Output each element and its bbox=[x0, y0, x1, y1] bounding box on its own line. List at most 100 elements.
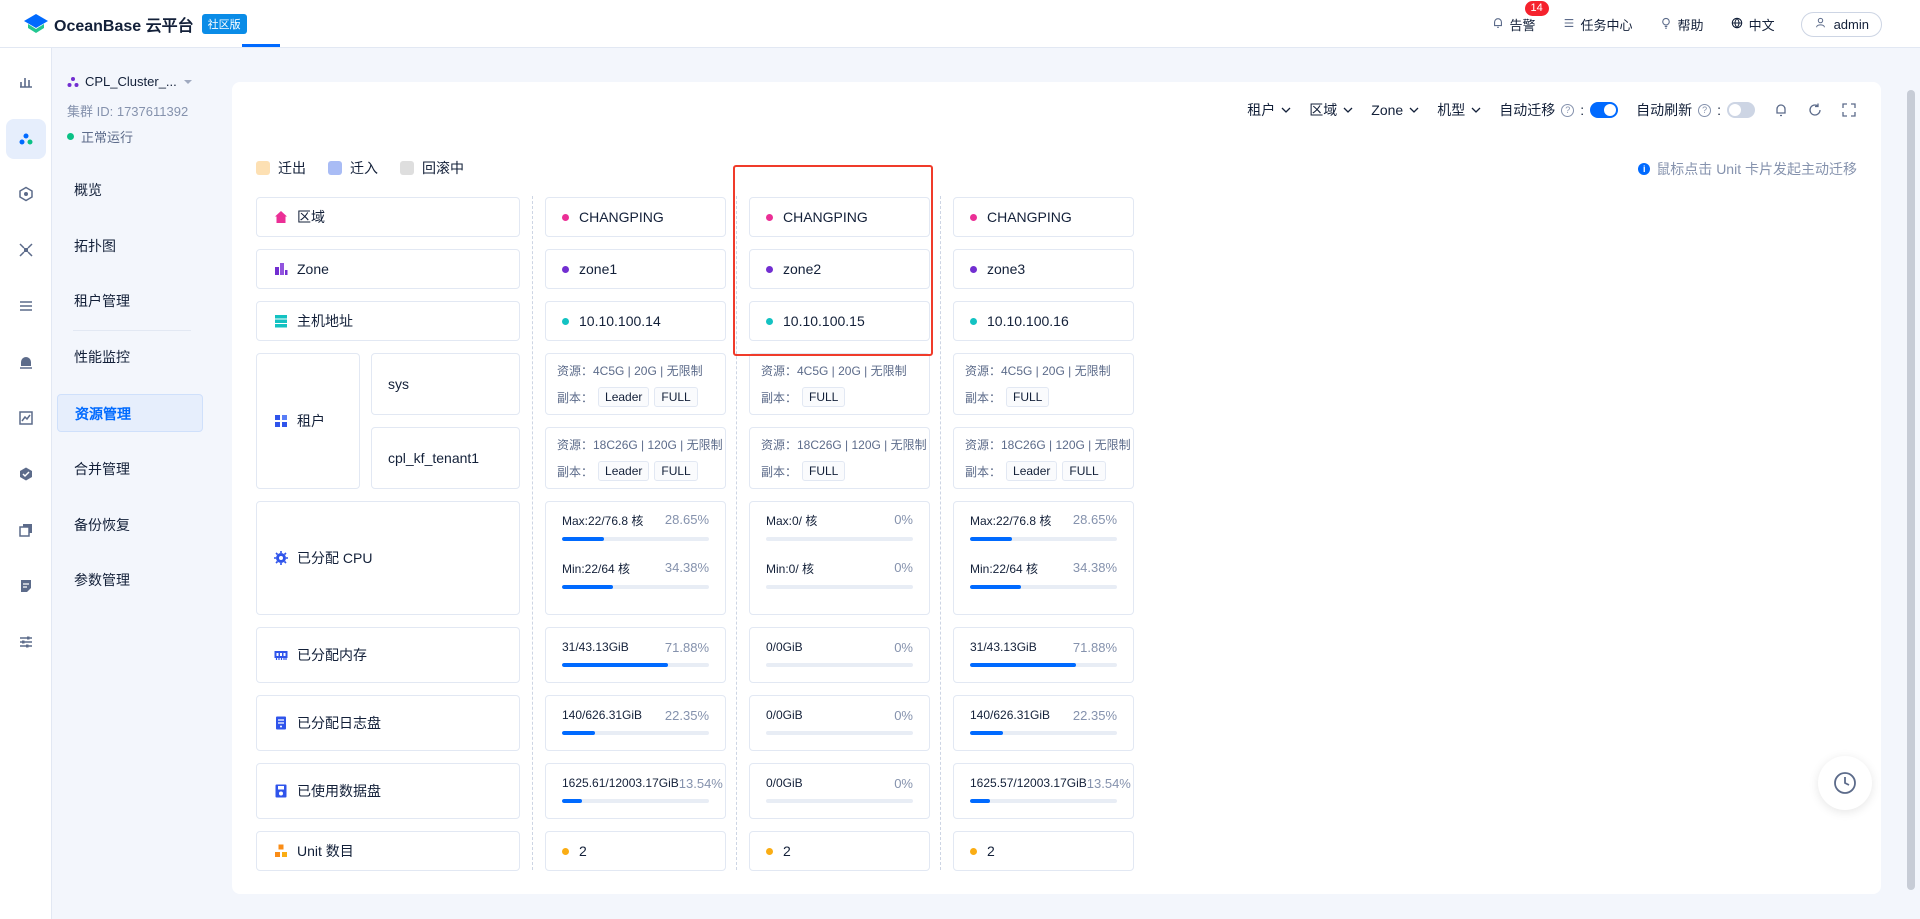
bell-icon[interactable] bbox=[1773, 102, 1789, 118]
units-dot bbox=[970, 847, 977, 855]
question-icon[interactable]: ? bbox=[1698, 103, 1712, 117]
refresh-icon[interactable] bbox=[1807, 102, 1823, 118]
units-cell[interactable]: 2 bbox=[545, 831, 726, 871]
nav-item-backup-restore[interactable]: 备份恢复 bbox=[57, 506, 203, 544]
mem-bar bbox=[970, 663, 1117, 667]
data-metric: 0/0GiB 0% bbox=[766, 776, 913, 803]
cpu-card[interactable]: Max:0/ 核 0% Min:0/ 核 0% bbox=[749, 501, 930, 615]
mem-row: 31/43.13GiB 71.88% bbox=[970, 640, 1117, 655]
rail-settings-icon[interactable] bbox=[6, 622, 46, 662]
cpu_min-row: Min:0/ 核 0% bbox=[766, 560, 913, 577]
question-icon[interactable]: ? bbox=[1561, 103, 1575, 117]
nav-item-overview[interactable]: 概览 bbox=[57, 171, 203, 209]
replica-tag: FULL bbox=[654, 387, 698, 407]
nav-item-topology[interactable]: 拓扑图 bbox=[57, 227, 203, 265]
tenant-name-cpl: cpl_kf_tenant1 bbox=[371, 427, 520, 489]
rail-monitor-icon[interactable] bbox=[6, 398, 46, 438]
language-label: 中文 bbox=[1748, 17, 1775, 33]
row-label-region-text: 区域 bbox=[297, 209, 325, 225]
data-card[interactable]: 1625.57/12003.17GiB 13.54% bbox=[953, 763, 1134, 819]
zone-filter[interactable]: Zone bbox=[1371, 102, 1419, 118]
brand-logo[interactable]: OceanBase 云平台 社区版 bbox=[22, 12, 247, 36]
region-cell[interactable]: CHANGPING bbox=[545, 197, 726, 237]
row-label-host-text: 主机地址 bbox=[297, 313, 353, 329]
rail-list-icon[interactable] bbox=[6, 286, 46, 326]
zone-dot bbox=[970, 265, 977, 273]
cpu_max-bar bbox=[970, 537, 1117, 541]
cpu_max-row: Max:22/76.8 核 28.65% bbox=[970, 512, 1117, 529]
auto-migrate-toggle[interactable] bbox=[1590, 102, 1619, 118]
history-button[interactable] bbox=[1818, 756, 1872, 810]
alarm-label: 告警 bbox=[1509, 17, 1536, 33]
nav-item-performance-monitor[interactable]: 性能监控 bbox=[57, 338, 203, 376]
units-cell[interactable]: 2 bbox=[749, 831, 930, 871]
mem-card[interactable]: 31/43.13GiB 71.88% bbox=[545, 627, 726, 683]
rail-alert-icon[interactable] bbox=[6, 342, 46, 382]
units-value: 2 bbox=[579, 843, 587, 859]
auto-refresh-toggle[interactable] bbox=[1727, 102, 1755, 118]
unit-card[interactable]: 资源：4C5G | 20G | 无限制 副本： FULL bbox=[953, 353, 1134, 415]
cpu_max-bar bbox=[766, 537, 913, 541]
edition-badge: 社区版 bbox=[201, 14, 247, 34]
mem-card[interactable]: 0/0GiB 0% bbox=[749, 627, 930, 683]
rail-tenant-icon[interactable] bbox=[6, 174, 46, 214]
user-name: admin bbox=[1833, 16, 1869, 32]
data-card[interactable]: 1625.61/12003.17GiB 13.54% bbox=[545, 763, 726, 819]
region-cell[interactable]: CHANGPING bbox=[953, 197, 1134, 237]
cpu_min-metric: Min:22/64 核 34.38% bbox=[562, 560, 709, 589]
help-button[interactable]: 帮助 bbox=[1659, 15, 1704, 34]
cpu-card[interactable]: Max:22/76.8 核 28.65% Min:22/64 核 34.38% bbox=[545, 501, 726, 615]
log-disk-icon bbox=[276, 716, 286, 730]
fullscreen-icon[interactable] bbox=[1841, 102, 1857, 118]
unit-card[interactable]: 资源：18C26G | 120G | 无限制 副本： Leader FULL bbox=[953, 427, 1134, 489]
host-cell[interactable]: 10.10.100.16 bbox=[953, 301, 1134, 341]
data-card[interactable]: 0/0GiB 0% bbox=[749, 763, 930, 819]
model-filter[interactable]: 机型 bbox=[1437, 100, 1481, 120]
rail-security-icon[interactable] bbox=[6, 454, 46, 494]
cpu_min-metric: Min:0/ 核 0% bbox=[766, 560, 913, 589]
unit-card[interactable]: 资源：4C5G | 20G | 无限制 副本： Leader FULL bbox=[545, 353, 726, 415]
task-center-button[interactable]: 任务中心 bbox=[1562, 15, 1633, 34]
host-cell[interactable]: 10.10.100.14 bbox=[545, 301, 726, 341]
zone-cell[interactable]: zone3 bbox=[953, 249, 1134, 289]
status-dot bbox=[67, 133, 74, 140]
rail-copy-icon[interactable] bbox=[6, 510, 46, 550]
nav-item-resource-management[interactable]: 资源管理 bbox=[57, 394, 203, 432]
tenant-filter[interactable]: 租户 bbox=[1247, 100, 1291, 120]
unit-card[interactable]: 资源：18C26G | 120G | 无限制 副本： Leader FULL bbox=[545, 427, 726, 489]
rail-document-icon[interactable] bbox=[6, 566, 46, 606]
language-switch[interactable]: 中文 bbox=[1730, 15, 1775, 34]
cluster-nav: CPL_Cluster_... 集群 ID: 1737611392 正常运行 概… bbox=[53, 48, 205, 919]
row-label-zone: Zone bbox=[256, 249, 520, 289]
chevron-down-icon bbox=[1281, 107, 1291, 113]
rail-cluster-icon[interactable] bbox=[6, 119, 46, 159]
units-cell[interactable]: 2 bbox=[953, 831, 1134, 871]
page-scrollbar[interactable] bbox=[1907, 90, 1915, 890]
cpu_max-value: Max:22/76.8 核 bbox=[970, 514, 1052, 528]
rail-dashboard-icon[interactable] bbox=[6, 62, 46, 102]
nav-item-parameter-management[interactable]: 参数管理 bbox=[57, 561, 203, 599]
log-card[interactable]: 0/0GiB 0% bbox=[749, 695, 930, 751]
data-row: 0/0GiB 0% bbox=[766, 776, 913, 791]
nav-item-tenant-management[interactable]: 租户管理 bbox=[57, 282, 203, 320]
unit-card[interactable]: 资源：18C26G | 120G | 无限制 副本： FULL bbox=[749, 427, 930, 489]
nav-item-merge-management[interactable]: 合并管理 bbox=[57, 450, 203, 488]
region-filter[interactable]: 区域 bbox=[1309, 100, 1353, 120]
mem-card[interactable]: 31/43.13GiB 71.88% bbox=[953, 627, 1134, 683]
zone-cell[interactable]: zone1 bbox=[545, 249, 726, 289]
mem-value: 0/0GiB bbox=[766, 640, 803, 654]
cpu_min-bar bbox=[970, 585, 1117, 589]
cpu-card[interactable]: Max:22/76.8 核 28.65% Min:22/64 核 34.38% bbox=[953, 501, 1134, 615]
unit-card[interactable]: 资源：4C5G | 20G | 无限制 副本： FULL bbox=[749, 353, 930, 415]
alarm-button[interactable]: 告警 14 bbox=[1491, 0, 1549, 34]
cluster-name-label: CPL_Cluster_... bbox=[85, 74, 177, 89]
data-bar bbox=[766, 799, 913, 803]
rail-topology-icon[interactable] bbox=[6, 230, 46, 270]
user-menu[interactable]: admin bbox=[1800, 11, 1882, 37]
log-card[interactable]: 140/626.31GiB 22.35% bbox=[545, 695, 726, 751]
log-percent: 22.35% bbox=[664, 708, 709, 723]
log-card[interactable]: 140/626.31GiB 22.35% bbox=[953, 695, 1134, 751]
active-tab-indicator[interactable] bbox=[242, 44, 280, 47]
cluster-selector[interactable]: CPL_Cluster_... bbox=[67, 74, 193, 89]
zone-filter-label: Zone bbox=[1371, 102, 1404, 118]
